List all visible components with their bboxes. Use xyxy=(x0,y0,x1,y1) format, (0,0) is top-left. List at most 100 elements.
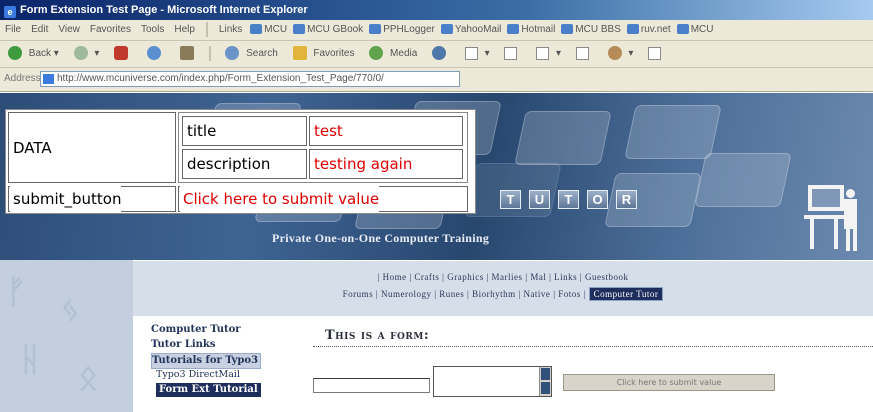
nav-guestbook[interactable]: Guestbook xyxy=(585,272,629,282)
nav-biorhythm[interactable]: Biorhythm xyxy=(472,289,516,299)
refresh-button[interactable] xyxy=(143,41,165,67)
title-value-cell: test xyxy=(309,116,463,146)
history-button[interactable] xyxy=(428,41,450,67)
menu-divider xyxy=(205,21,208,37)
submit-button[interactable]: Click here to submit value xyxy=(563,374,775,391)
description-key-cell: description xyxy=(182,149,307,179)
ie-page-icon xyxy=(440,24,453,35)
media-button[interactable]: Media xyxy=(365,41,417,67)
sidenav-tutor-links[interactable]: Tutor Links xyxy=(147,338,283,353)
site-nav: | Home | Crafts | Graphics | Marlies | M… xyxy=(133,260,873,316)
dotted-divider xyxy=(313,346,873,347)
link-yahoomail[interactable]: YahooMail xyxy=(440,20,501,40)
nav-numerology[interactable]: Numerology xyxy=(381,289,432,299)
submit-key-cell: submit_button xyxy=(8,185,176,213)
description-key: description xyxy=(184,150,271,178)
home-button[interactable] xyxy=(176,41,198,67)
nav-mal[interactable]: Mal xyxy=(530,272,546,282)
ie-page-icon xyxy=(250,24,263,35)
banner-tagline: Private One-on-One Computer Training xyxy=(272,231,490,245)
nav-computer-tutor[interactable]: Computer Tutor xyxy=(588,287,664,301)
history-icon xyxy=(432,46,447,61)
scroll-down-icon[interactable] xyxy=(541,382,550,394)
menu-edit[interactable]: Edit xyxy=(31,20,48,40)
refresh-icon xyxy=(146,46,161,61)
nav-crafts[interactable]: Crafts xyxy=(414,272,439,282)
mail-button[interactable]: ▾ xyxy=(461,41,490,67)
logo-letter: T xyxy=(558,190,579,209)
mail-icon xyxy=(464,46,478,60)
nav-marlies[interactable]: Marlies xyxy=(492,272,523,282)
discuss-icon xyxy=(575,46,589,60)
research-button[interactable] xyxy=(644,41,665,67)
nav-forums[interactable]: Forums xyxy=(343,289,374,299)
title-key-cell: title xyxy=(182,116,307,146)
stop-icon xyxy=(114,46,129,61)
ie-page-icon xyxy=(561,24,574,35)
address-label: Address xyxy=(4,73,41,84)
sidenav-computer-tutor[interactable]: Computer Tutor xyxy=(147,323,283,338)
discuss-button[interactable] xyxy=(572,41,593,67)
sidenav-form-ext-tutorial[interactable]: Form Ext Tutorial xyxy=(156,383,261,397)
ie-page-icon xyxy=(369,24,382,35)
edit-button[interactable]: ▾ xyxy=(532,41,561,67)
people-icon xyxy=(607,46,622,61)
link-mcu-bbs[interactable]: MCU BBS xyxy=(561,20,621,40)
link-pphlogger[interactable]: PPHLogger xyxy=(369,20,435,40)
description-value-cell: testing again xyxy=(309,149,463,179)
nav-graphics[interactable]: Graphics xyxy=(447,272,484,282)
link-mcu-2[interactable]: MCU xyxy=(676,20,714,40)
link-ruv-net[interactable]: ruv.net xyxy=(626,20,671,40)
logo-letter: U xyxy=(529,190,550,209)
link-mcu[interactable]: MCU xyxy=(250,20,287,40)
menu-view[interactable]: View xyxy=(58,20,80,40)
links-label: Links xyxy=(218,24,243,35)
nav-home[interactable]: Home xyxy=(383,272,407,282)
link-hotmail[interactable]: Hotmail xyxy=(507,20,555,40)
sidenav-tutorials-typo3[interactable]: Tutorials for Typo3 xyxy=(151,353,262,369)
back-arrow-icon xyxy=(8,46,22,61)
link-mcu-gbook[interactable]: MCU GBook xyxy=(293,20,363,40)
menu-file[interactable]: File xyxy=(5,20,21,40)
nav-fotos[interactable]: Fotos xyxy=(558,289,581,299)
print-button[interactable] xyxy=(500,41,521,67)
nav-native[interactable]: Native xyxy=(523,289,550,299)
browser-window: e Form Extension Test Page - Microsoft In… xyxy=(0,0,873,412)
address-input[interactable]: http://www.mcuniverse.com/index.php/Form… xyxy=(40,71,460,87)
menu-favorites[interactable]: Favorites xyxy=(90,20,131,40)
address-url: http://www.mcuniverse.com/index.php/Form… xyxy=(57,73,384,84)
menu-help[interactable]: Help xyxy=(174,20,195,40)
keyboard-key-graphic xyxy=(514,111,612,165)
submit-key: submit_button xyxy=(10,185,122,213)
form-data-table: DATA title test description testing agai… xyxy=(5,109,476,214)
nav-runes[interactable]: Runes xyxy=(439,289,464,299)
form-heading: This is a form: xyxy=(325,328,430,343)
description-textarea[interactable] xyxy=(433,366,552,397)
nav-row-1: | Home | Crafts | Graphics | Marlies | M… xyxy=(377,272,629,282)
messenger-button[interactable]: ▾ xyxy=(604,41,633,67)
submit-value-cell: Click here to submit value xyxy=(178,185,468,213)
scroll-up-icon[interactable] xyxy=(541,368,550,380)
research-icon xyxy=(648,46,662,60)
media-icon xyxy=(369,46,384,61)
forward-button[interactable]: ▾ xyxy=(70,41,99,67)
menu-tools[interactable]: Tools xyxy=(141,20,164,40)
left-decor: ᚠ ᛃ ᚺ ᛟ xyxy=(0,260,133,412)
search-button[interactable]: Search xyxy=(221,41,278,67)
ie-page-icon xyxy=(626,24,639,35)
back-button[interactable]: Back ▾ xyxy=(4,41,59,67)
ie-page-icon xyxy=(507,24,520,35)
forward-arrow-icon xyxy=(73,46,88,61)
title-input[interactable] xyxy=(313,378,430,393)
logo-letter: R xyxy=(616,190,637,209)
decor-glyph: ᛟ xyxy=(78,358,99,398)
favorites-button[interactable]: Favorites xyxy=(289,41,354,67)
scrollbar[interactable] xyxy=(539,367,551,396)
data-label: DATA xyxy=(10,134,52,162)
decor-glyph: ᚠ xyxy=(6,272,27,312)
sidenav-typo3-directmail[interactable]: Typo3 DirectMail xyxy=(147,368,283,383)
stop-button[interactable] xyxy=(110,41,132,67)
nav-links[interactable]: Links xyxy=(554,272,577,282)
data-cell: DATA xyxy=(8,112,176,183)
title-bar: e Form Extension Test Page - Microsoft In… xyxy=(0,0,873,20)
